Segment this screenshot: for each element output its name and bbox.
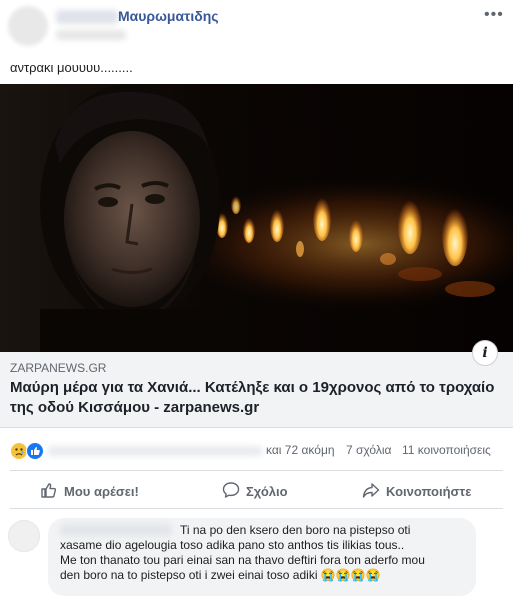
comment-button[interactable]: Σχόλιο (222, 481, 288, 502)
reactions-others-count[interactable]: και 72 ακόμη (266, 443, 335, 457)
shares-count[interactable]: 11 κοινοποιήσεις (402, 443, 491, 457)
comments-count[interactable]: 7 σχόλια (346, 443, 391, 457)
author-name-redacted (56, 10, 118, 24)
divider (10, 470, 503, 471)
like-button[interactable]: Μου αρέσει! (40, 481, 139, 502)
comment-label: Σχόλιο (246, 484, 288, 499)
reactions-summary: και 72 ακόμη 7 σχόλια 11 κοινοποιήσεις (0, 436, 513, 462)
more-options-icon[interactable]: ••• (484, 6, 504, 24)
link-preview-card[interactable]: ZARPANEWS.GR Μαύρη μέρα για τα Χανιά... … (0, 352, 513, 428)
comment-body: Ti na po den ksero den boro na pistepso … (60, 523, 425, 582)
share-label: Κοινοποιήστε (386, 484, 472, 499)
divider (10, 508, 503, 509)
post-actions: Μου αρέσει! Σχόλιο Κοινοποιήστε (0, 472, 513, 508)
post-meta-redacted (56, 30, 126, 40)
link-preview-image[interactable] (0, 84, 513, 352)
candles-portrait-image (0, 84, 513, 352)
share-arrow-icon (362, 481, 380, 502)
like-reaction-icon[interactable] (26, 442, 44, 460)
author-avatar[interactable] (8, 6, 48, 46)
speech-bubble-icon (222, 481, 240, 502)
like-label: Μου αρέσει! (64, 484, 139, 499)
link-title[interactable]: Μαύρη μέρα για τα Χανιά... Κατέληξε και … (10, 378, 500, 418)
comment-bubble: Ti na po den ksero den boro na pistepso … (48, 518, 476, 596)
post-header: Μαυρωματιδης ••• (0, 0, 513, 56)
post-text: αντρακι μουυυυ......... (10, 60, 133, 75)
comment-text: Ti na po den ksero den boro na pistepso … (60, 523, 470, 583)
share-button[interactable]: Κοινοποιήστε (362, 481, 471, 502)
author-name[interactable]: Μαυρωματιδης (118, 8, 219, 24)
thumbs-up-icon (40, 481, 58, 502)
reactors-names-redacted (48, 446, 262, 456)
info-icon[interactable]: i (472, 340, 498, 366)
link-domain: ZARPANEWS.GR (10, 361, 107, 375)
commenter-avatar[interactable] (8, 520, 40, 552)
